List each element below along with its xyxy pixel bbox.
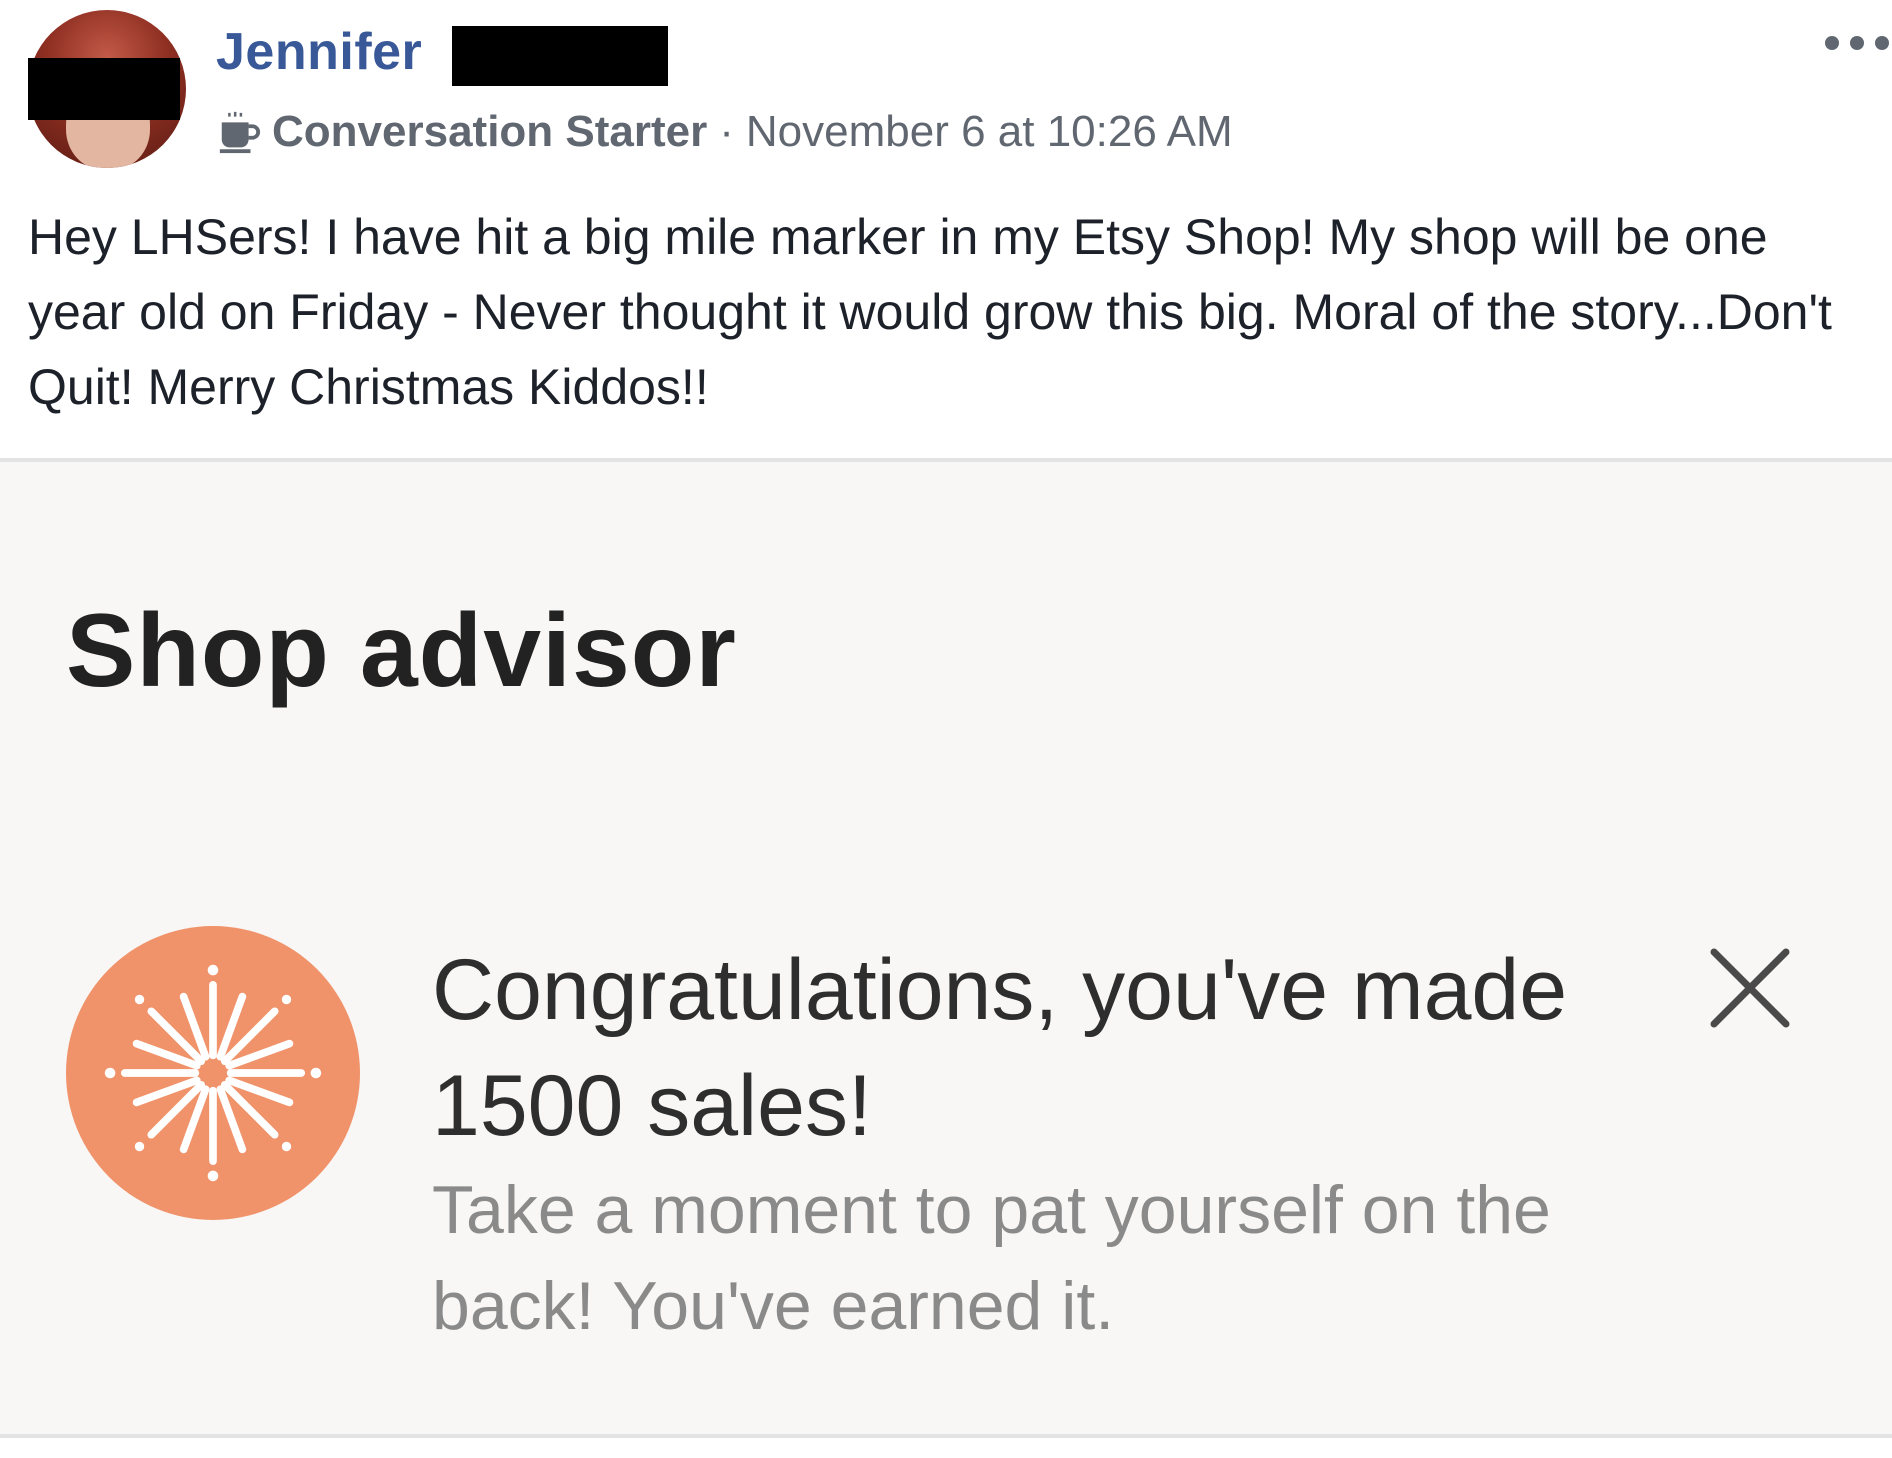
coffee-cup-icon <box>219 111 261 154</box>
more-options-icon[interactable] <box>1822 30 1892 56</box>
meta-separator: · <box>719 107 734 156</box>
shared-image[interactable]: Shop advisor Congratulations, you've mad… <box>0 458 1892 1438</box>
post-body-text: Hey LHSers! I have hit a big mile marker… <box>28 209 1832 415</box>
avatar-redaction-bar <box>28 58 180 120</box>
congratulations-message: Take a moment to pat yourself on the bac… <box>432 1172 1551 1344</box>
shop-advisor-title: Shop advisor <box>66 593 737 709</box>
congratulations-headline: Congratulations, you've made 1500 sales! <box>432 942 1568 1154</box>
facebook-group-post: Jennifer Conversation Starter · November… <box>0 0 1892 1458</box>
badge-label[interactable]: Conversation Starter <box>272 107 707 157</box>
firework-icon <box>66 926 360 1220</box>
post-meta: Conversation Starter · November 6 at 10:… <box>216 104 1233 160</box>
surname-redaction-bar <box>452 26 668 86</box>
close-icon[interactable] <box>1708 946 1792 1030</box>
post-timestamp[interactable]: November 6 at 10:26 AM <box>746 107 1233 157</box>
author-name-link[interactable]: Jennifer <box>216 22 422 82</box>
